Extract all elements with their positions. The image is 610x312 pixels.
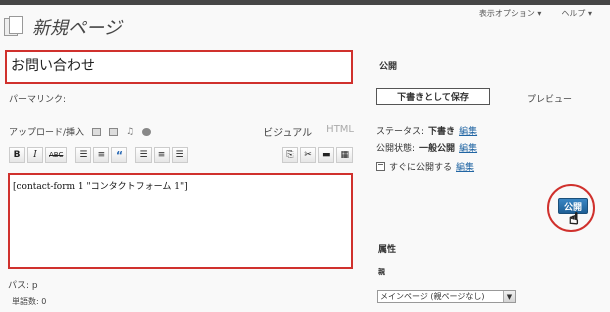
blockquote-button[interactable]: “ [111,147,128,163]
more-tag-icon[interactable]: ▬ [317,147,335,163]
align-left-icon[interactable]: ☰ [135,147,152,163]
editor-path: パス: p [8,281,38,291]
page-header: 新規ページ [4,14,122,40]
media-buttons-row: アップロード/挿入 ♫ ビジュアル HTML [9,124,354,139]
content-editor[interactable]: [contact-form 1 "コンタクトフォーム 1"] [13,179,348,192]
content-editor-container: [contact-form 1 "コンタクトフォーム 1"] [8,173,353,269]
bullet-list-icon[interactable]: ☰ [75,147,92,163]
help-button[interactable]: ヘルプ ▾ [561,8,592,22]
unlink-icon[interactable]: ✂ [299,147,316,163]
hand-cursor-icon: ☝ [569,209,580,229]
visibility-edit-link[interactable]: 編集 [459,141,477,154]
status-row: ステータス: 下書き 編集 [376,124,477,137]
visibility-value: 一般公開 [419,144,456,154]
upload-insert-label: アップロード/挿入 [9,128,85,138]
calendar-icon [376,162,385,171]
add-video-icon[interactable] [109,127,119,136]
attributes-heading: 属性 [378,245,397,255]
bold-button[interactable]: B [9,147,25,163]
status-edit-link[interactable]: 編集 [459,124,477,137]
schedule-label: すぐに公開する [389,163,453,173]
align-right-icon[interactable]: ☰ [171,147,188,163]
screen-options-button[interactable]: 表示オプション ▾ [479,8,542,22]
schedule-edit-link[interactable]: 編集 [456,160,474,173]
editor-toolbar: B I ABC ☰ ≡ “ ☰ ≡ ☰ ⎘ ✂ ▬ ▦ [9,146,353,164]
parent-select-value: メインページ (親ページなし) [380,292,485,301]
save-draft-button[interactable]: 下書きとして保存 [376,88,490,105]
add-image-icon[interactable] [92,127,102,136]
tab-visual[interactable]: ビジュアル [263,124,312,139]
status-value: 下書き [428,127,456,137]
chevron-down-icon[interactable]: ▼ [503,291,515,302]
word-count: 単語数: 0 [12,297,47,306]
tab-html[interactable]: HTML [326,124,354,139]
numbered-list-icon[interactable]: ≡ [93,147,110,163]
publish-box-heading: 公開 [379,62,398,72]
preview-button[interactable]: プレビュー [527,92,572,105]
title-input[interactable] [11,57,347,73]
status-label: ステータス: [376,127,425,137]
kitchen-sink-icon[interactable]: ▦ [336,147,353,163]
link-icon[interactable]: ⎘ [281,147,298,163]
screen-meta-links: 表示オプション ▾ ヘルプ ▾ [479,8,610,22]
visibility-row: 公開状態: 一般公開 編集 [376,141,477,154]
parent-page-select[interactable]: メインページ (親ページなし) ▼ [377,290,516,303]
pages-icon [4,16,26,38]
parent-label: 親 [378,268,385,276]
permalink-label: パーマリンク: [9,95,67,105]
align-center-icon[interactable]: ≡ [153,147,170,163]
visibility-label: 公開状態: [376,144,416,154]
title-field-container [5,50,353,84]
admin-top-bar [0,0,610,5]
italic-button[interactable]: I [27,147,43,163]
schedule-row: すぐに公開する 編集 [376,160,474,173]
add-media-icon[interactable] [142,127,152,136]
strikethrough-button[interactable]: ABC [45,147,68,163]
add-audio-icon[interactable]: ♫ [126,127,134,136]
page-title: 新規ページ [32,18,122,39]
